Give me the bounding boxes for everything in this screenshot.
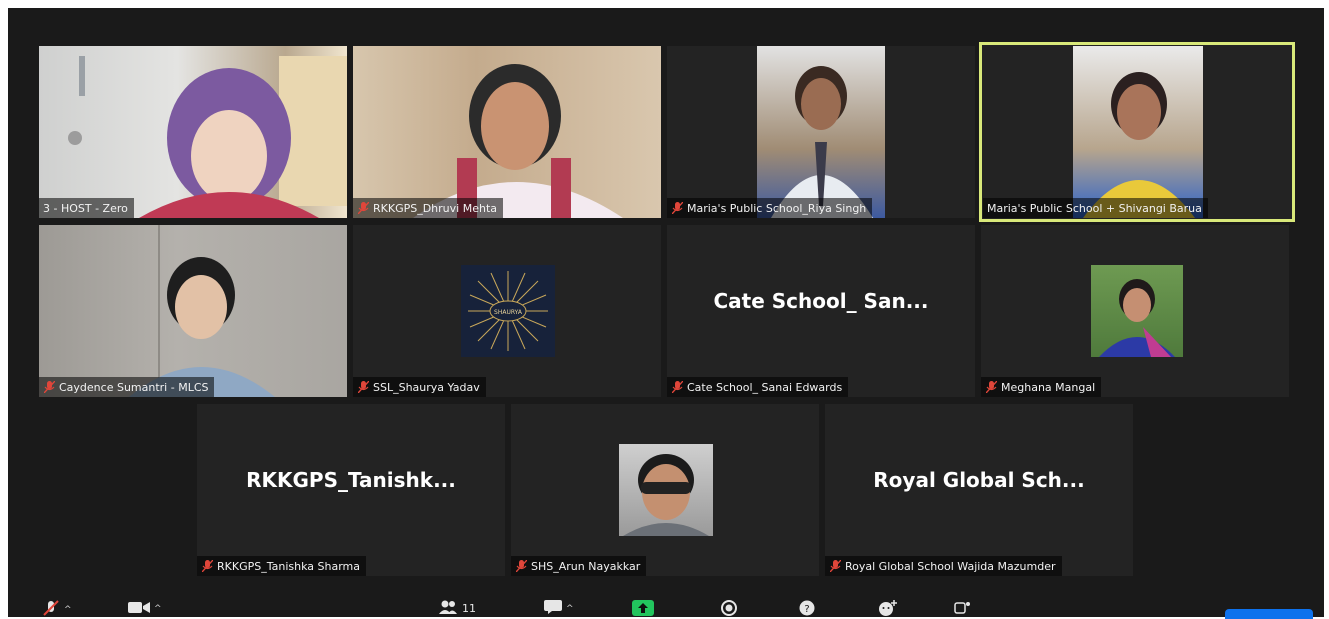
chat-control[interactable]: ^ [544,600,574,617]
participant-name-bar: RKKGPS_Tanishka Sharma [197,556,366,576]
participant-display-name: Royal Global Sch... [873,468,1085,492]
microphone-muted-icon [515,560,527,572]
participant-name: RKKGPS_Tanishka Sharma [217,559,360,573]
avatar-logo-text: SHAURYA [494,309,523,316]
microphone-muted-icon [357,202,369,214]
participant-name-bar: SSL_Shaurya Yadav [353,377,486,397]
participant-name: RKKGPS_Dhruvi Mehta [373,201,497,215]
participant-name: Meghana Mangal [1001,380,1096,394]
participant-video [757,46,885,218]
help-icon[interactable]: ? [798,600,816,619]
apps-icon[interactable] [954,600,972,619]
meeting-window: 3 - HOST - Zero RKKGPS_Dhruvi Mehta Mari… [8,8,1324,619]
video-tile-2[interactable]: RKKGPS_Dhruvi Mehta [353,46,661,218]
chat-icon[interactable] [544,600,562,617]
meeting-toolbar: ^ ^ 11 ^ ? [8,598,1324,619]
microphone-muted-icon[interactable] [42,600,60,619]
participant-display-name: RKKGPS_Tanishk... [246,468,456,492]
participant-name: Caydence Sumantri - MLCS [59,380,209,394]
audio-control[interactable]: ^ [42,600,72,619]
share-screen-button[interactable] [632,600,654,619]
svg-text:?: ? [804,604,809,615]
help-control[interactable]: ? [798,600,816,619]
chevron-up-icon[interactable]: ^ [64,605,72,615]
participant-video [1073,46,1203,218]
participant-name: Cate School_ Sanai Edwards [687,380,843,394]
microphone-muted-icon [671,202,683,214]
video-tile-6[interactable]: SHAURYA SSL_Shaurya Yadav [353,225,661,397]
video-tile-4-active-speaker[interactable]: Maria's Public School + Shivangi Barua [979,42,1295,222]
participant-name-bar: Royal Global School Wajida Mazumder [825,556,1062,576]
reactions-control[interactable] [878,600,898,619]
participant-display-name: Cate School_ San... [713,289,929,313]
participant-name: 3 - HOST - Zero [43,201,128,215]
participant-name: Royal Global School Wajida Mazumder [845,559,1056,573]
record-icon[interactable] [720,600,738,619]
video-tile-11[interactable]: Royal Global Sch... Royal Global School … [825,404,1133,576]
participant-name-bar: Maria's Public School_Riya Singh [667,198,873,218]
participant-name-bar: SHS_Arun Nayakkar [511,556,647,576]
chevron-up-icon[interactable]: ^ [154,604,162,614]
video-tile-7[interactable]: Cate School_ San... Cate School_ Sanai E… [667,225,975,397]
participant-name: SHS_Arun Nayakkar [531,559,641,573]
record-control[interactable] [720,600,738,619]
participant-name: Maria's Public School_Riya Singh [687,201,867,215]
participants-icon[interactable] [438,600,458,617]
apps-control[interactable] [954,600,972,619]
participant-name: SSL_Shaurya Yadav [373,380,480,394]
video-tile-10[interactable]: SHS_Arun Nayakkar [511,404,819,576]
chevron-up-icon[interactable]: ^ [566,604,574,614]
microphone-muted-icon [829,560,841,572]
participant-name-bar: Maria's Public School + Shivangi Barua [983,198,1208,218]
participant-count: 11 [462,602,476,615]
participants-control[interactable]: 11 [438,600,476,617]
video-control[interactable]: ^ [128,600,162,617]
video-tile-5[interactable]: Caydence Sumantri - MLCS [39,225,347,397]
video-tile-3[interactable]: Maria's Public School_Riya Singh [667,46,975,218]
participant-video [39,225,347,397]
participant-name: Maria's Public School + Shivangi Barua [987,201,1202,215]
leave-button[interactable] [1225,609,1313,619]
avatar: SHAURYA [461,265,555,357]
share-screen-icon[interactable] [632,600,654,619]
avatar [619,444,713,536]
microphone-muted-icon [357,381,369,393]
video-tile-1[interactable]: 3 - HOST - Zero [39,46,347,218]
microphone-muted-icon [985,381,997,393]
video-camera-icon[interactable] [128,600,150,617]
video-tile-9[interactable]: RKKGPS_Tanishk... RKKGPS_Tanishka Sharma [197,404,505,576]
microphone-muted-icon [201,560,213,572]
microphone-muted-icon [43,381,55,393]
avatar [1091,265,1183,357]
participant-name-bar: Meghana Mangal [981,377,1102,397]
microphone-muted-icon [671,381,683,393]
participant-video [39,46,347,218]
participant-name-bar: RKKGPS_Dhruvi Mehta [353,198,503,218]
participant-video [353,46,661,218]
participant-name-bar: Caydence Sumantri - MLCS [39,377,215,397]
participant-name-bar: Cate School_ Sanai Edwards [667,377,849,397]
video-tile-8[interactable]: Meghana Mangal [981,225,1289,397]
reactions-icon[interactable] [878,600,898,619]
participant-name-bar: 3 - HOST - Zero [39,198,134,218]
